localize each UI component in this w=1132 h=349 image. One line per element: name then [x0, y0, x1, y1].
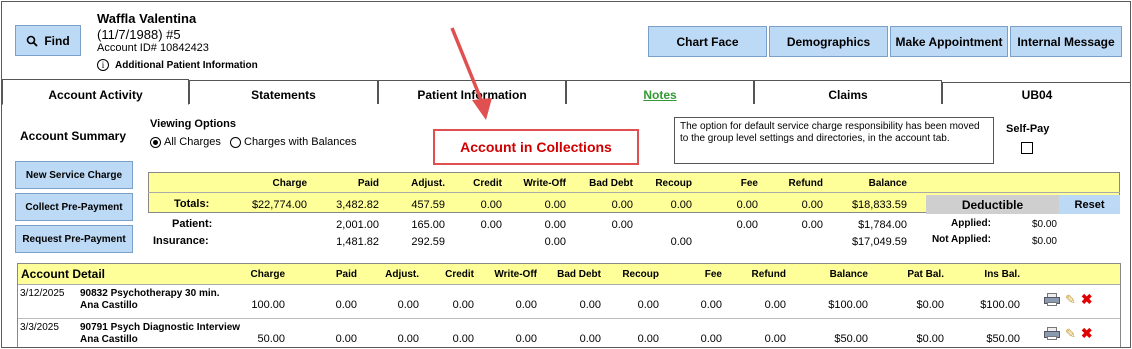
row-value: 100.00 [251, 299, 285, 311]
row-description: 90832 Psychotherapy 30 min. [80, 288, 220, 299]
detail-header: Refund [751, 269, 786, 280]
tab-account-activity[interactable]: Account Activity [2, 79, 189, 105]
row-value: $0.00 [916, 299, 944, 311]
print-icon[interactable] [1044, 326, 1060, 340]
print-icon[interactable] [1044, 292, 1060, 306]
row-value: $100.00 [980, 299, 1020, 311]
detail-header: Balance [829, 269, 868, 280]
row-provider: Ana Castillo [80, 300, 138, 311]
delete-icon[interactable]: ✖ [1081, 292, 1093, 306]
row-value: $50.00 [986, 333, 1020, 345]
row-actions: ✎ ✖ [1044, 326, 1093, 340]
row-value: 0.00 [764, 333, 786, 345]
detail-header: Ins Bal. [984, 269, 1020, 280]
row-value: 0.00 [764, 299, 786, 311]
row-date: 3/3/2025 [20, 322, 59, 333]
edit-pencil-icon[interactable]: ✎ [1065, 327, 1076, 340]
row-value: $0.00 [916, 333, 944, 345]
row-provider: Ana Castillo [80, 334, 138, 345]
row-value: $50.00 [834, 333, 868, 345]
detail-content: Charge Paid Adjust. Credit Write-Off Bad Debt… [2, 2, 1130, 347]
row-actions: ✎ ✖ [1044, 292, 1093, 306]
detail-header: Charge [250, 269, 285, 280]
row-value: 50.00 [257, 333, 285, 345]
row-description: 90791 Psych Diagnostic Interview [80, 322, 241, 333]
row-date: 3/12/2025 [20, 288, 65, 299]
edit-pencil-icon[interactable]: ✎ [1065, 293, 1076, 306]
detail-header: Pat Bal. [907, 269, 944, 280]
delete-icon[interactable]: ✖ [1081, 326, 1093, 340]
row-value: $100.00 [828, 299, 868, 311]
